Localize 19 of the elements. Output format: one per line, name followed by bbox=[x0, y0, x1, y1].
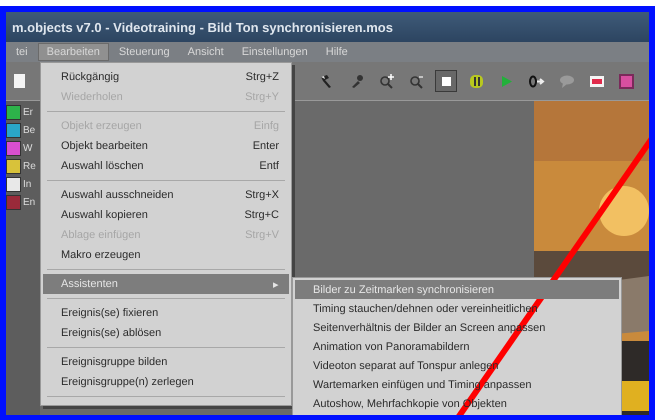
track-label: W bbox=[23, 143, 32, 154]
track-label: Re bbox=[23, 161, 36, 172]
menu-item[interactable]: Auswahl löschen Entf bbox=[41, 156, 291, 176]
menu-item[interactable]: Auswahl ausschneiden Strg+X bbox=[41, 185, 291, 205]
menu-item[interactable]: Makro erzeugen bbox=[41, 245, 291, 265]
track-label: En bbox=[23, 197, 36, 208]
menu-item[interactable]: Ereignisgruppe bilden bbox=[41, 352, 291, 372]
menu-item[interactable]: Ereignisgruppe(n) zerlegen bbox=[41, 372, 291, 392]
window-title: m.objects v7.0 - Videotraining - Bild Ton synchronisieren.mos bbox=[12, 20, 393, 34]
menu-item[interactable]: Animation von Panoramabildern bbox=[295, 337, 619, 356]
menu-item[interactable]: Auswahl kopieren Strg+C bbox=[41, 205, 291, 225]
menu-item[interactable]: Rückgängig Strg+Z bbox=[41, 67, 291, 87]
track-label: In bbox=[23, 179, 32, 190]
stop-icon[interactable] bbox=[435, 70, 457, 92]
track-label: Be bbox=[23, 125, 36, 136]
menu-item[interactable]: Ereignis(se) ablösen bbox=[41, 323, 291, 343]
menu-item[interactable]: Objekt bearbeiten Enter bbox=[41, 136, 291, 156]
menu-item[interactable]: Ereignis(se) fixieren bbox=[41, 303, 291, 323]
track-label: Er bbox=[23, 107, 33, 118]
